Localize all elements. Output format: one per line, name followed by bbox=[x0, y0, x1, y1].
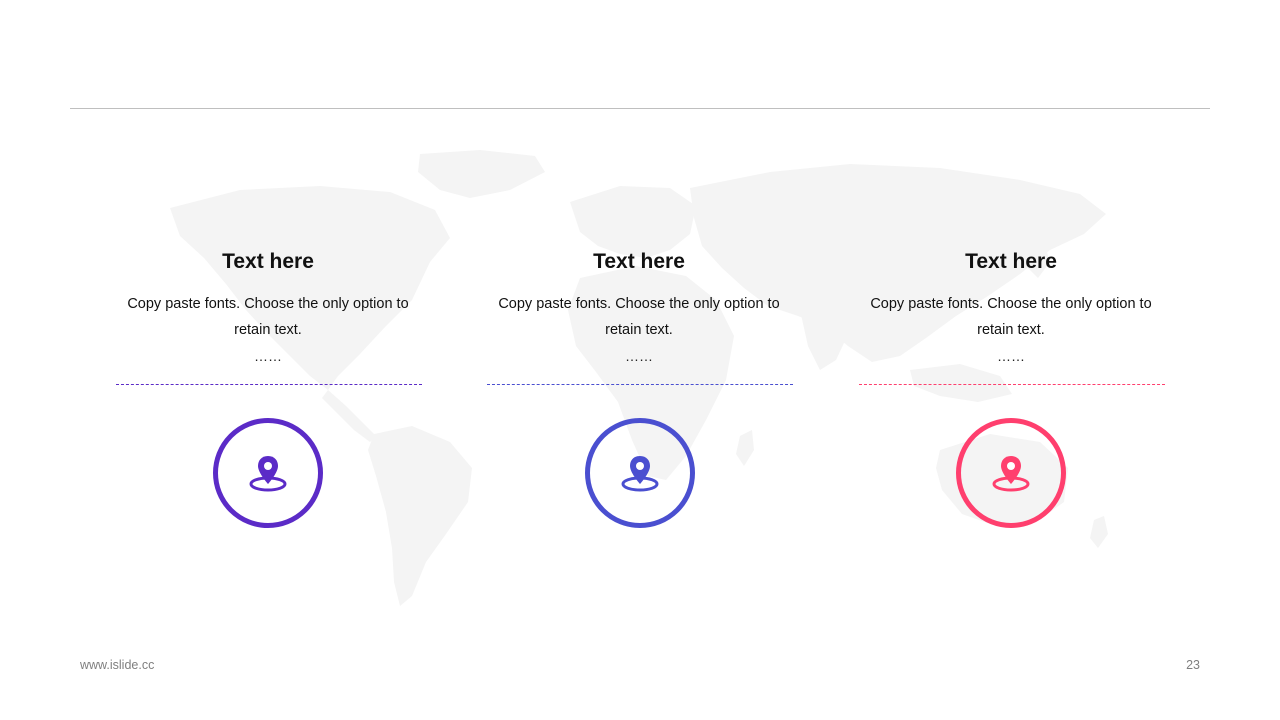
card-description: Copy paste fonts. Choose the only option… bbox=[498, 296, 780, 338]
slide: Text here Copy paste fonts. Choose the o… bbox=[0, 0, 1280, 720]
location-icon-circle-1 bbox=[213, 418, 323, 528]
card-title: Text here bbox=[593, 250, 685, 273]
location-icon-circle-3 bbox=[956, 418, 1066, 528]
location-pin-icon bbox=[621, 456, 659, 492]
location-pin-icon bbox=[992, 456, 1030, 492]
location-icon-circle-2 bbox=[585, 418, 695, 528]
card-title: Text here bbox=[965, 250, 1057, 273]
card-description: Copy paste fonts. Choose the only option… bbox=[127, 296, 409, 338]
info-card-3: Text here Copy paste fonts. Choose the o… bbox=[856, 248, 1166, 363]
card-ellipsis: …… bbox=[997, 348, 1025, 364]
card-description: Copy paste fonts. Choose the only option… bbox=[870, 296, 1152, 338]
dashed-divider-3 bbox=[859, 384, 1165, 385]
dashed-divider-1 bbox=[116, 384, 422, 385]
card-ellipsis: …… bbox=[625, 348, 653, 364]
card-ellipsis: …… bbox=[254, 348, 282, 364]
location-pin-icon bbox=[249, 456, 287, 492]
card-title: Text here bbox=[222, 250, 314, 273]
page-number: 23 bbox=[1186, 658, 1200, 672]
top-divider bbox=[70, 108, 1210, 109]
world-map-background bbox=[170, 150, 1108, 606]
info-card-1: Text here Copy paste fonts. Choose the o… bbox=[113, 248, 423, 363]
dashed-divider-2 bbox=[487, 384, 793, 385]
info-card-2: Text here Copy paste fonts. Choose the o… bbox=[484, 248, 794, 363]
footer-website-link[interactable]: www.islide.cc bbox=[80, 658, 154, 672]
